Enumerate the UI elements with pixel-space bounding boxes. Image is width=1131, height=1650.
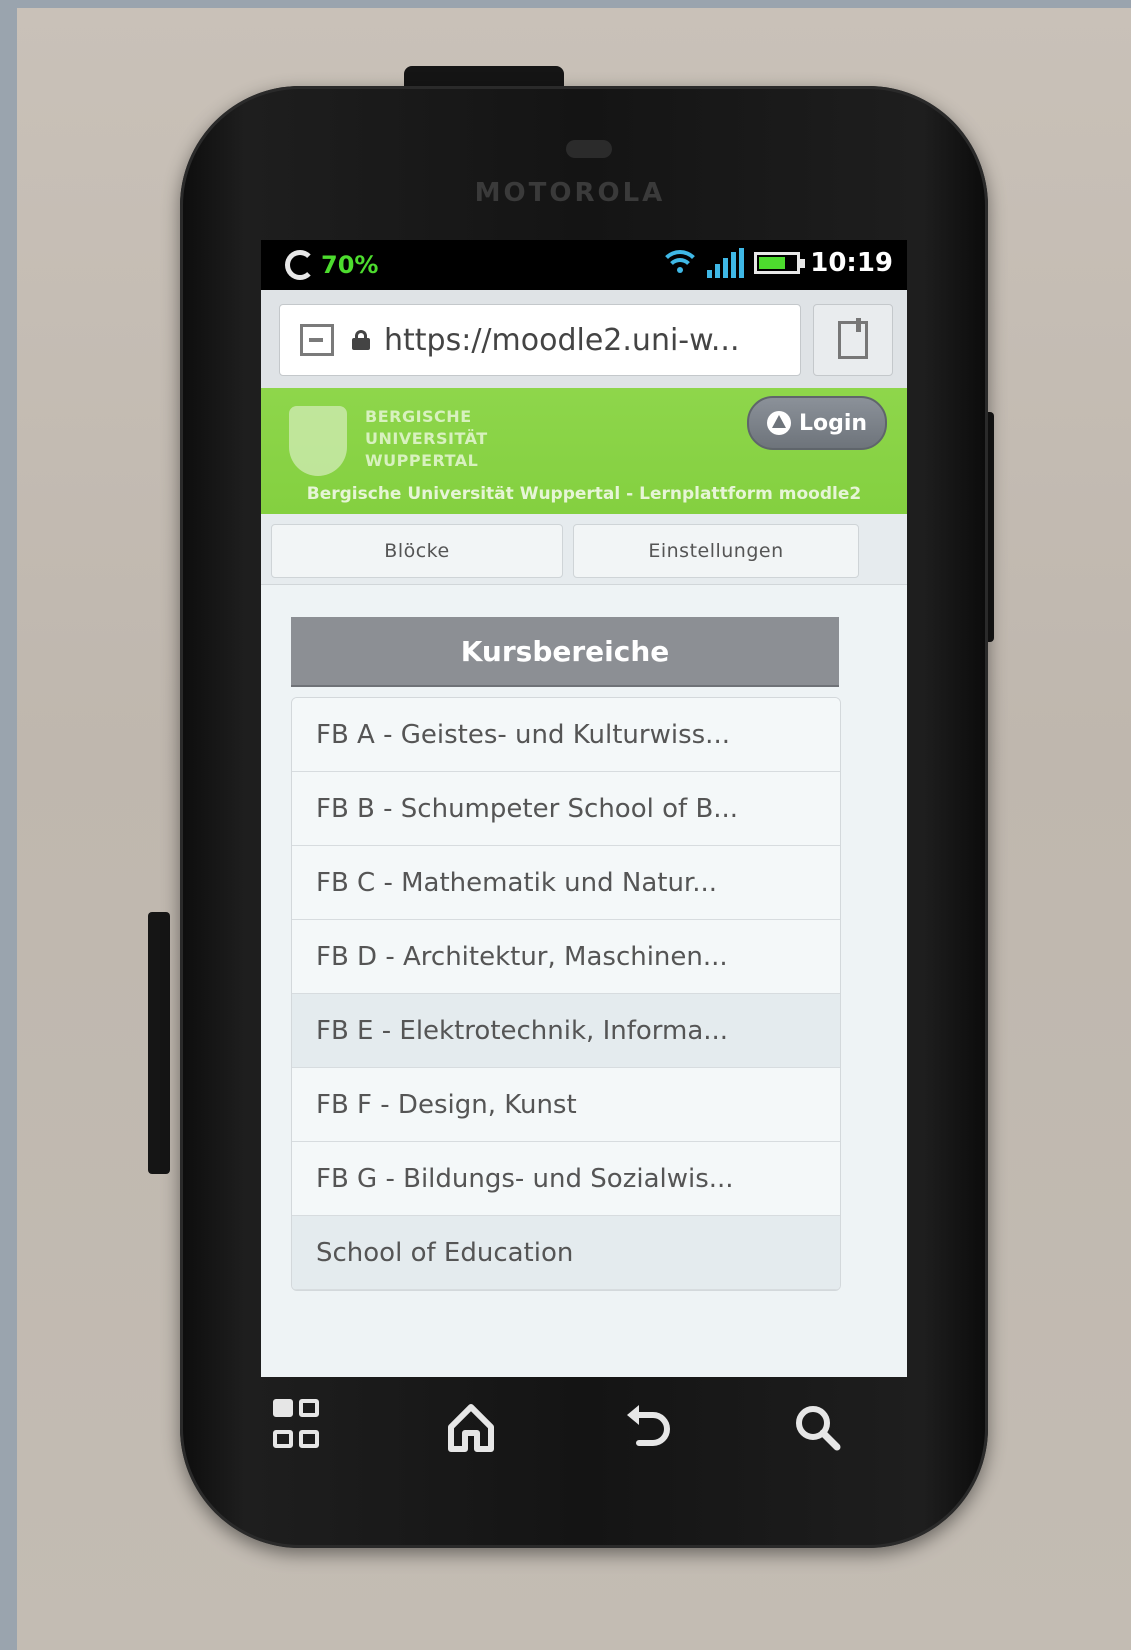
bookmark-icon: [838, 318, 868, 359]
tab-bar: Blöcke Einstellungen: [261, 514, 907, 585]
status-left: 70%: [285, 250, 378, 280]
site-header: BERGISCHE UNIVERSITÄT WUPPERTAL Login Be…: [261, 388, 907, 514]
battery-fill: [759, 257, 785, 269]
bookmark-button[interactable]: [813, 304, 893, 376]
list-item[interactable]: FB C - Mathematik und Natur...: [292, 846, 840, 920]
battery-percent: 70%: [321, 251, 379, 279]
warning-icon: [766, 411, 791, 435]
main-content: Kursbereiche FB A - Geistes- und Kulturw…: [261, 585, 907, 1377]
menu-icon[interactable]: [273, 1399, 329, 1455]
phone-brand: MOTOROLA: [474, 178, 666, 208]
list-item[interactable]: FB G - Bildungs- und Sozialwis...: [292, 1142, 840, 1216]
wifi-icon: [659, 248, 702, 278]
phone-nav-bar: [261, 1377, 907, 1477]
clock: 10:19: [810, 248, 893, 278]
site-title: Bergische Universität Wuppertal - Lernpl…: [306, 484, 862, 504]
university-name-line: WUPPERTAL: [365, 451, 479, 470]
list-item[interactable]: FB D - Architektur, Maschinen...: [292, 920, 840, 994]
tab-einstellungen[interactable]: Einstellungen: [573, 524, 859, 578]
university-name-line: UNIVERSITÄT: [365, 429, 488, 448]
sync-icon: [285, 250, 315, 280]
category-list: FB A - Geistes- und Kulturwiss... FB B -…: [291, 697, 841, 1291]
url-text: https://moodle2.uni-w...: [384, 322, 740, 358]
power-button: [404, 66, 564, 88]
university-name-line: BERGISCHE: [365, 407, 472, 426]
list-item[interactable]: FB F - Design, Kunst: [292, 1068, 840, 1142]
list-item[interactable]: FB A - Geistes- und Kulturwiss...: [292, 698, 840, 772]
volume-button: [148, 912, 170, 1174]
battery-icon: [754, 252, 806, 274]
lock-icon: [352, 330, 370, 350]
tab-bloecke[interactable]: Blöcke: [271, 524, 563, 578]
browser-url-bar: https://moodle2.uni-w...: [261, 290, 907, 389]
earpiece: [566, 140, 612, 158]
url-field[interactable]: https://moodle2.uni-w...: [279, 304, 801, 376]
login-button[interactable]: Login: [747, 396, 887, 450]
search-icon[interactable]: [789, 1399, 845, 1455]
list-item[interactable]: FB B - Schumpeter School of B...: [292, 772, 840, 846]
university-name: BERGISCHE UNIVERSITÄT WUPPERTAL: [365, 406, 488, 472]
university-logo: [289, 406, 347, 476]
list-item[interactable]: School of Education: [292, 1216, 840, 1290]
home-icon[interactable]: [443, 1399, 499, 1455]
page-icon: [300, 324, 334, 356]
status-right: 10:19: [659, 248, 893, 278]
signal-icon: [707, 248, 745, 278]
status-bar: 70% 10:19: [261, 240, 907, 290]
back-icon[interactable]: [617, 1399, 673, 1455]
list-item[interactable]: FB E - Elektrotechnik, Informa...: [292, 994, 840, 1068]
login-label: Login: [798, 410, 868, 436]
phone-screen: 70% 10:19 https://moodle2.uni-w... BERGI…: [261, 240, 907, 1377]
section-title: Kursbereiche: [291, 617, 839, 687]
